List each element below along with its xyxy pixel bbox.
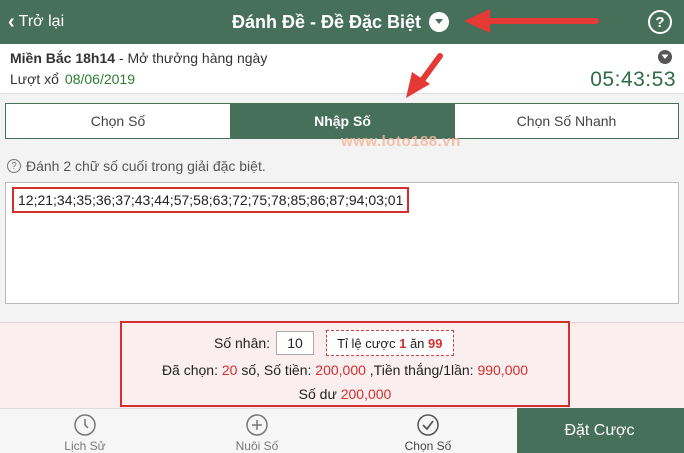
nav-nuoi-so[interactable]: Nuôi Số <box>197 409 317 453</box>
turn-line: Lượt xổ 08/06/2019 <box>10 71 135 87</box>
draw-info: Miền Bắc 18h14 - Mở thưởng hàng ngày Lượ… <box>0 44 684 94</box>
odds-right: 99 <box>428 335 443 351</box>
title-dropdown[interactable]: Đánh Đề - Đề Đặc Biệt <box>232 9 450 35</box>
region-dropdown-icon[interactable] <box>658 50 672 64</box>
odds-left: 1 <box>399 335 407 351</box>
help-icon[interactable]: ? <box>648 10 672 34</box>
chevron-left-icon: ‹ <box>8 11 15 33</box>
odds-mid: ăn <box>409 335 425 351</box>
place-bet-button[interactable]: Đặt Cược <box>515 408 684 453</box>
selection-row: Đã chọn: 20 số, Số tiền: 200,000 ,Tiền t… <box>120 362 570 378</box>
multiplier-label: Số nhân: <box>214 335 271 351</box>
turn-label: Lượt xổ <box>10 71 59 87</box>
nav-chon-so[interactable]: Chọn Số <box>368 409 488 453</box>
numbers-textarea[interactable]: 12;21;34;35;36;37;43;44;57;58;63;72;75;7… <box>5 182 679 304</box>
chevron-down-icon <box>429 12 450 32</box>
top-header: ‹ Trở lại Đánh Đề - Đề Đặc Biệt ? <box>0 0 684 44</box>
app-root: ‹ Trở lại Đánh Đề - Đề Đặc Biệt ? Miền B… <box>0 0 684 453</box>
tab-chon-so[interactable]: Chọn Số <box>6 104 230 138</box>
selected-count: 20 <box>221 362 238 378</box>
region-line: Miền Bắc 18h14 - Mở thưởng hàng ngày <box>10 50 267 66</box>
back-button[interactable]: ‹ Trở lại <box>8 10 64 34</box>
region-note: - Mở thưởng hàng ngày <box>118 50 268 66</box>
balance-label: Số dư <box>298 386 337 402</box>
hint-text: Đánh 2 chữ số cuối trong giải đặc biệt. <box>26 158 266 174</box>
win-amount: 990,000 <box>477 362 529 378</box>
nav-history-label: Lịch Sử <box>64 439 106 453</box>
balance-amount: 200,000 <box>340 386 392 402</box>
countdown-timer: 05:43:53 <box>590 68 676 91</box>
turn-date: 08/06/2019 <box>64 71 135 87</box>
tab-chon-so-nhanh[interactable]: Chọn Số Nhanh <box>454 104 678 138</box>
numbers-value: 12;21;34;35;36;37;43;44;57;58;63;72;75;7… <box>12 187 410 213</box>
selected-unit: số, Số tiền: <box>241 362 312 378</box>
question-icon: ? <box>7 159 21 173</box>
win-label: ,Tiền thắng/1lần: <box>369 362 474 378</box>
hint-line: ? Đánh 2 chữ số cuối trong giải đặc biệt… <box>7 158 266 174</box>
bet-amount: 200,000 <box>315 362 366 378</box>
watermark: www.loto188.vn <box>341 133 461 150</box>
nav-history[interactable]: Lịch Sử <box>25 409 145 453</box>
nav-nuoi-so-label: Nuôi Số <box>235 439 279 453</box>
nav-chon-so-label: Chọn Số <box>404 439 452 453</box>
selected-label: Đã chọn: <box>161 362 218 378</box>
multiplier-input[interactable]: 10 <box>276 331 315 355</box>
region-name: Miền Bắc 18h14 <box>10 50 116 66</box>
balance-row: Số dư 200,000 <box>120 386 570 402</box>
odds-badge: Tỉ lệ cược 1 ăn 99 <box>326 330 454 356</box>
check-circle-icon <box>417 414 439 436</box>
clock-icon <box>74 414 96 436</box>
page-title: Đánh Đề - Đề Đặc Biệt <box>232 11 422 32</box>
back-label: Trở lại <box>18 13 65 30</box>
odds-prefix: Tỉ lệ cược <box>337 335 396 351</box>
plus-circle-icon <box>246 414 268 436</box>
multiplier-row: Số nhân: 10 Tỉ lệ cược 1 ăn 99 <box>214 330 454 356</box>
